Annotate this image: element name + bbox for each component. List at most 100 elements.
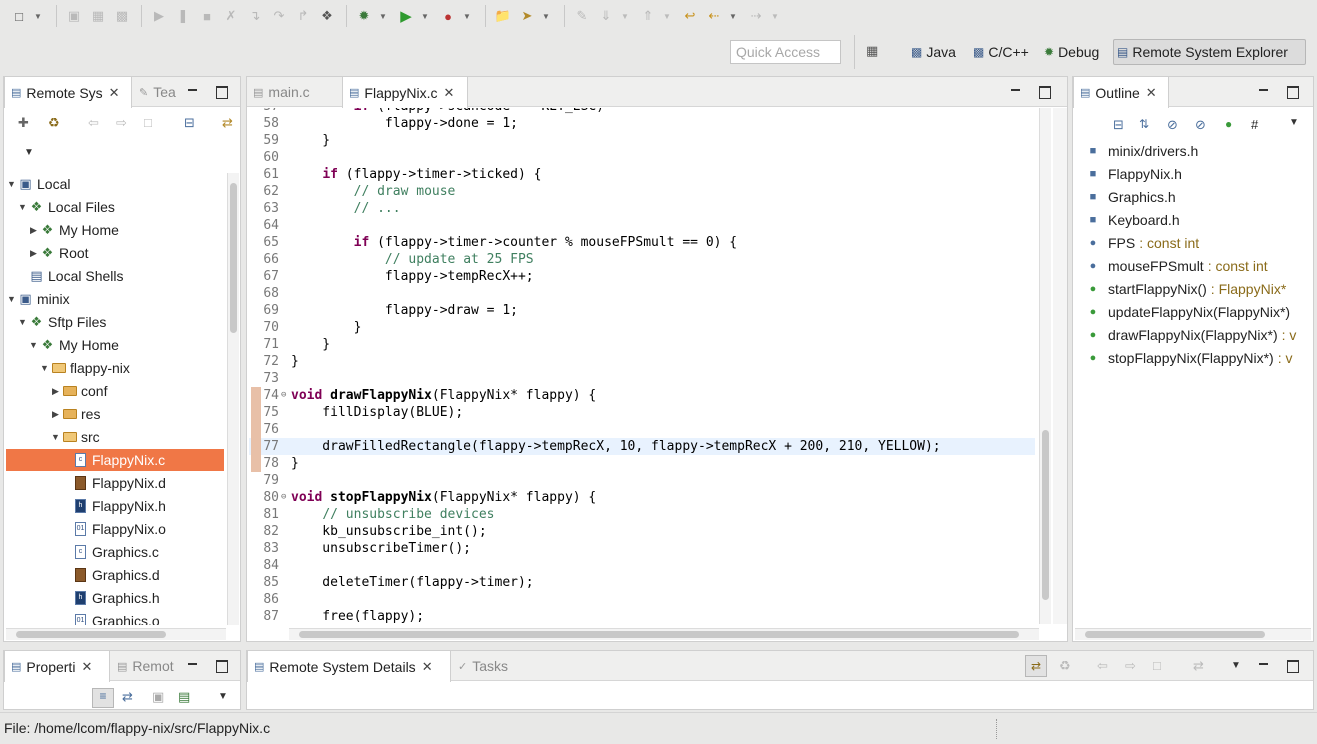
tree-item[interactable]: h FlappyNix.h — [6, 495, 224, 517]
close-icon[interactable]: ✕ — [109, 85, 120, 101]
expand-arrow-icon[interactable]: ▼ — [6, 294, 17, 304]
code-line[interactable]: 75 fillDisplay(BLUE); — [249, 404, 1035, 421]
code-line[interactable]: 66 // update at 25 FPS — [249, 251, 1035, 268]
code-line[interactable]: 74 ⊖ void drawFlappyNix(FlappyNix* flappy)… — [249, 387, 1035, 404]
tree-item[interactable]: ▼ ❖ My Home — [6, 334, 224, 356]
code-line[interactable]: 78} — [249, 455, 1035, 472]
hide-fields-icon[interactable]: ⊘ — [1167, 117, 1178, 133]
tree-item[interactable]: ▼ ❖ Sftp Files — [6, 311, 224, 333]
hide-static-icon[interactable]: ⊘ — [1195, 117, 1206, 133]
view-menu-icon[interactable]: ▼ — [1289, 117, 1299, 128]
tree-item[interactable]: FlappyNix.d — [6, 472, 224, 494]
outline-horizontal-scrollbar[interactable] — [1075, 628, 1311, 640]
sort-icon[interactable]: ⇅ — [1139, 117, 1149, 131]
go-up-icon[interactable]: □ — [144, 115, 152, 130]
print-icon[interactable]: ▩ — [111, 5, 133, 27]
last-edit-icon[interactable]: ↩ — [679, 5, 701, 27]
code-line[interactable]: 82 kb_unsubscribe_int(); — [249, 523, 1035, 540]
code-line[interactable]: 58 flappy->done = 1; — [249, 115, 1035, 132]
outline-item[interactable]: ■ Graphics.h — [1087, 186, 1176, 208]
perspective-java[interactable]: ▩ Java — [908, 39, 959, 65]
maximize-button[interactable] — [214, 659, 228, 673]
collapse-arrow-icon[interactable]: ▶ — [50, 386, 61, 397]
tree-item[interactable]: c Graphics.c — [6, 541, 224, 563]
tab-remote[interactable]: ▤ Remot — [111, 651, 181, 681]
tab-main-c[interactable]: ▤ main.c — [247, 77, 341, 107]
forward-icon[interactable]: ⇢ — [745, 5, 767, 27]
close-icon[interactable]: ✕ — [444, 85, 455, 101]
disconnect-icon[interactable]: ✗ — [220, 5, 242, 27]
new-icon[interactable]: □ — [8, 5, 30, 27]
collapse-arrow-icon[interactable]: ▶ — [50, 409, 61, 420]
step-into-icon[interactable]: ↴ — [244, 5, 266, 27]
forward-nav-icon[interactable]: ⇨ — [1125, 658, 1136, 674]
open-perspective-icon[interactable]: ▦ — [866, 43, 886, 63]
code-line[interactable]: 85 deleteTimer(flappy->timer); — [249, 574, 1035, 591]
go-up-icon[interactable]: □ — [1153, 658, 1161, 673]
back-icon[interactable]: ⇠ — [703, 5, 725, 27]
tab-remote-system-details[interactable]: ▤ Remote System Details ✕ — [247, 651, 451, 682]
code-line[interactable]: 80 ⊖ void stopFlappyNix(FlappyNix* flappy)… — [249, 489, 1035, 506]
show-categories-icon[interactable]: ≡ — [92, 688, 114, 708]
minimize-button[interactable] — [1257, 659, 1271, 673]
code-line[interactable]: 67 flappy->tempRecX++; — [249, 268, 1035, 285]
fold-icon[interactable]: ⊖ — [281, 387, 286, 404]
tree-item[interactable]: 01 FlappyNix.o — [6, 518, 224, 540]
outline-item[interactable]: ● startFlappyNix(): FlappyNix* — [1087, 278, 1287, 300]
restore-default-icon[interactable]: ▣ — [152, 689, 164, 705]
expand-arrow-icon[interactable]: ▼ — [39, 363, 50, 373]
debug-icon[interactable]: ✹ — [353, 5, 375, 27]
link-icon[interactable]: ⇄ — [1025, 655, 1047, 677]
save-all-icon[interactable]: ▦ — [87, 5, 109, 27]
collapse-all-icon[interactable]: ⊟ — [1113, 117, 1124, 133]
code-line[interactable]: 68 — [249, 285, 1035, 302]
code-line[interactable]: 61 if (flappy->timer->ticked) { — [249, 166, 1035, 183]
code-line[interactable]: 84 — [249, 557, 1035, 574]
forward-dropdown[interactable]: ▼ — [769, 5, 781, 27]
filter-icon[interactable]: # — [1251, 117, 1258, 132]
code-editor[interactable]: 57 if (flappy->scancode == KEY_ESC)58 fl… — [249, 108, 1035, 666]
external-tools-icon[interactable]: ● — [437, 5, 459, 27]
run-dropdown[interactable]: ▼ — [419, 5, 431, 27]
code-line[interactable]: 59 } — [249, 132, 1035, 149]
tree-item[interactable]: ▼ flappy-nix — [6, 357, 224, 379]
code-line[interactable]: 62 // draw mouse — [249, 183, 1035, 200]
tree-item[interactable]: ▶ ❖ My Home — [6, 219, 224, 241]
tree-item[interactable]: ▶ res — [6, 403, 224, 425]
code-line[interactable]: 64 — [249, 217, 1035, 234]
code-line[interactable]: 83 unsubscribeTimer(); — [249, 540, 1035, 557]
new-dropdown[interactable]: ▼ — [32, 5, 44, 27]
minimize-button[interactable] — [1257, 85, 1271, 99]
outline-item[interactable]: ● mouseFPSmult: const int — [1087, 255, 1268, 277]
minimize-button[interactable] — [186, 659, 200, 673]
outline-item[interactable]: ● drawFlappyNix(FlappyNix*): v — [1087, 324, 1297, 346]
code-line[interactable]: 65 if (flappy->timer->counter % mouseFPS… — [249, 234, 1035, 251]
tab-outline[interactable]: ▤ Outline ✕ — [1073, 77, 1169, 108]
collapse-arrow-icon[interactable]: ▶ — [28, 248, 39, 259]
collapse-all-icon[interactable]: ⊟ — [184, 115, 195, 131]
prev-annotation-dropdown[interactable]: ▼ — [661, 5, 673, 27]
maximize-button[interactable] — [214, 85, 228, 99]
outline-item[interactable]: ● stopFlappyNix(FlappyNix*): v — [1087, 347, 1293, 369]
close-icon[interactable]: ✕ — [422, 659, 433, 675]
collapse-arrow-icon[interactable]: ▶ — [28, 225, 39, 236]
search-icon[interactable]: ➤ — [516, 5, 538, 27]
code-line[interactable]: 73 — [249, 370, 1035, 387]
perspective-debug[interactable]: ✹ Debug — [1041, 39, 1102, 65]
code-line[interactable]: 81 // unsubscribe devices — [249, 506, 1035, 523]
run-icon[interactable]: ▶ — [395, 5, 417, 27]
code-line[interactable]: 77 drawFilledRectangle(flappy->tempRecX,… — [249, 438, 1035, 455]
tree-item[interactable]: ▼ ▣ Local — [6, 173, 224, 195]
show-advanced-icon[interactable]: ⇄ — [122, 689, 133, 705]
view-menu-icon[interactable]: ▼ — [1231, 660, 1241, 671]
expand-arrow-icon[interactable]: ▼ — [17, 202, 28, 212]
close-icon[interactable]: ✕ — [81, 659, 92, 675]
back-dropdown[interactable]: ▼ — [727, 5, 739, 27]
expand-arrow-icon[interactable]: ▼ — [50, 432, 61, 442]
back-nav-icon[interactable]: ⇦ — [1097, 658, 1108, 674]
close-icon[interactable]: ✕ — [1146, 85, 1157, 101]
code-line[interactable]: 79 — [249, 472, 1035, 489]
code-line[interactable]: 76 — [249, 421, 1035, 438]
tab-team[interactable]: ✎ Tea — [133, 77, 187, 107]
code-line[interactable]: 60 — [249, 149, 1035, 166]
